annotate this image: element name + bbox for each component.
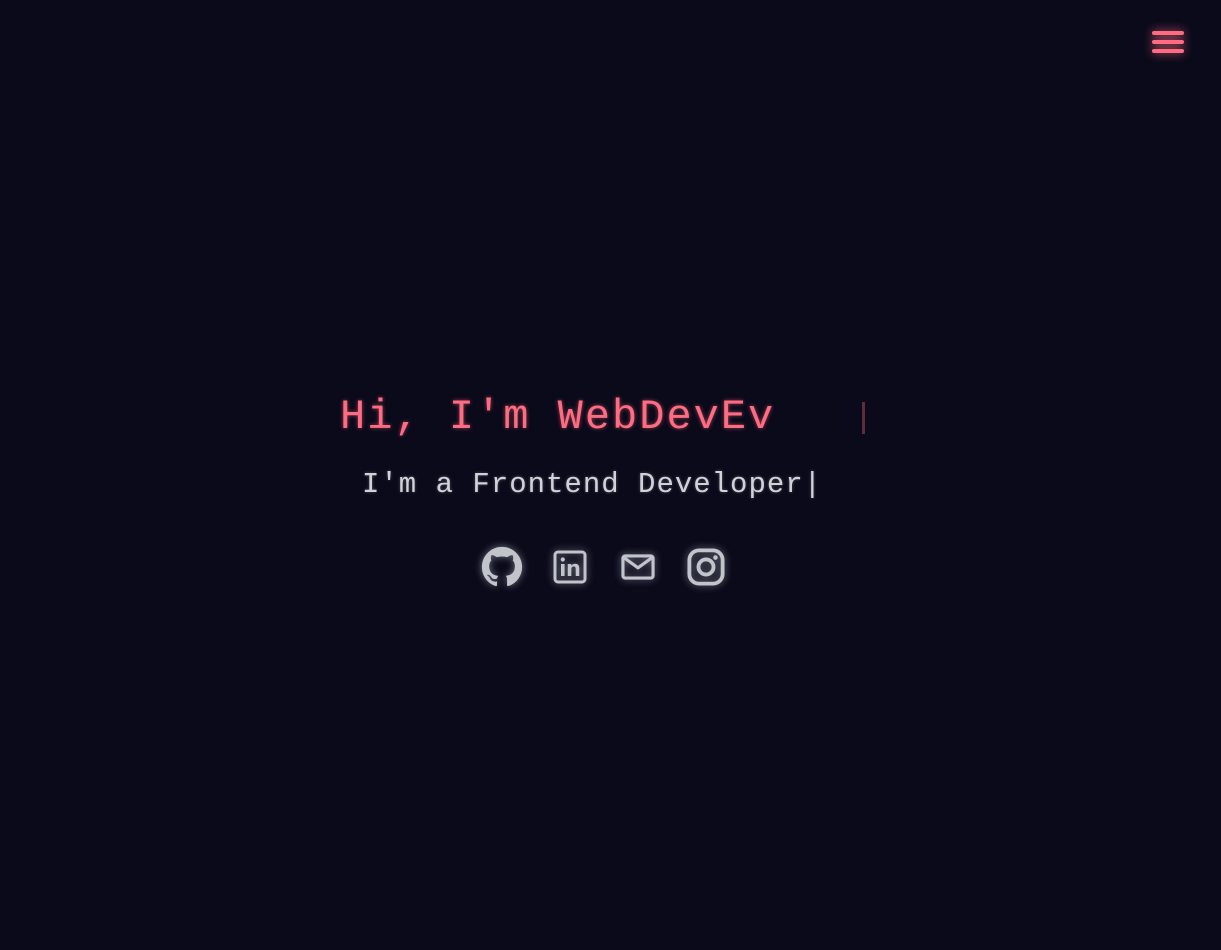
email-link[interactable] (615, 544, 661, 590)
github-link[interactable] (479, 544, 525, 590)
github-icon (481, 546, 523, 587)
mail-icon (621, 554, 655, 580)
hero-section: Hi, I'm WebDevEv I'm a Frontend Develope… (0, 0, 1221, 950)
instagram-link[interactable] (683, 544, 729, 590)
linkedin-link[interactable] (547, 544, 593, 590)
hero-title: Hi, I'm WebDevEv (340, 393, 776, 441)
hero-subtitle: I'm a Frontend Developer| (362, 468, 823, 501)
linkedin-icon (553, 550, 587, 584)
typing-caret (862, 402, 865, 434)
social-links (479, 544, 729, 590)
instagram-icon (687, 548, 725, 586)
